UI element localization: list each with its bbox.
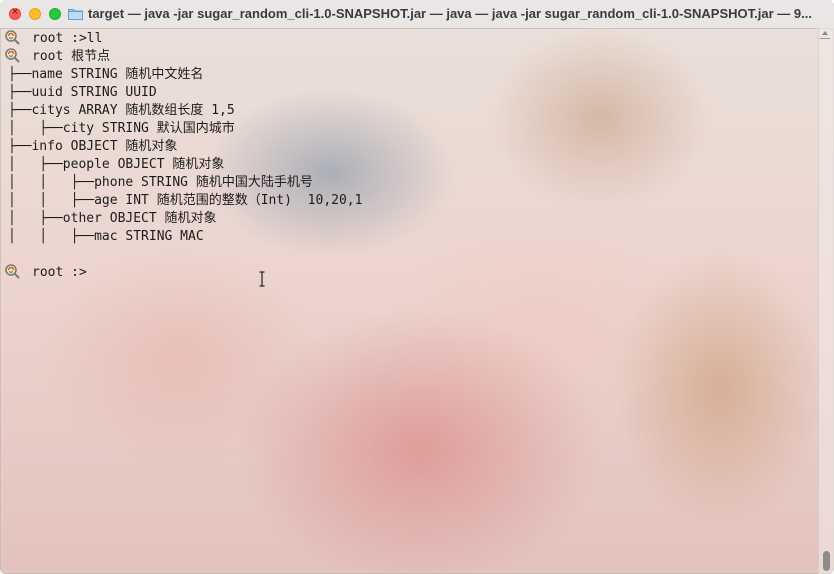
title-bar[interactable]: × target — java -jar sugar_random_cli-1.… (0, 0, 834, 29)
tree-line-name: ├──name STRING 随机中文姓名 (8, 67, 204, 82)
tree-line-info: ├──info OBJECT 随机对象 (8, 139, 178, 154)
scrollbar-thumb[interactable] (823, 551, 830, 571)
scroll-divider (820, 38, 830, 39)
tree-root-line: root 根节点 (32, 49, 111, 64)
window-title: target — java -jar sugar_random_cli-1.0-… (88, 6, 812, 21)
folder-icon (68, 9, 83, 20)
tree-line-other: │ ├──other OBJECT 随机对象 (8, 211, 217, 226)
current-prompt[interactable]: root :> (32, 264, 87, 282)
tree-line-citys: ├──citys ARRAY 随机数组长度 1,5 (8, 103, 235, 118)
tree-line-age: │ │ ├──age INT 随机范围的整数（Int) 10,20,1 (8, 193, 363, 208)
close-icon: × (11, 7, 19, 17)
scroll-up-arrow-icon[interactable] (822, 31, 828, 35)
tree-line-phone: │ │ ├──phone STRING 随机中国大陆手机号 (8, 175, 313, 190)
tree-line-mac: │ │ ├──mac STRING MAC (8, 229, 204, 244)
magnifier-lollipop-icon (5, 48, 20, 63)
tree-line-people: │ ├──people OBJECT 随机对象 (8, 157, 225, 172)
text-cursor-icon (259, 271, 265, 287)
zoom-button[interactable] (49, 8, 61, 20)
magnifier-lollipop-icon (5, 30, 20, 45)
vertical-scrollbar[interactable] (818, 28, 834, 574)
command-line-ll: root :>ll (32, 31, 103, 46)
minimize-button[interactable] (29, 8, 41, 20)
tree-line-city: │ ├──city STRING 默认国内城市 (8, 121, 235, 136)
tree-line-uuid: ├──uuid STRING UUID (8, 85, 157, 100)
terminal-window: × target — java -jar sugar_random_cli-1.… (0, 0, 834, 574)
terminal-content[interactable]: root :>ll root 根节点 ├──name STRING 随机中文姓名… (0, 30, 816, 574)
close-button[interactable]: × (9, 7, 21, 20)
magnifier-lollipop-icon (5, 264, 20, 279)
